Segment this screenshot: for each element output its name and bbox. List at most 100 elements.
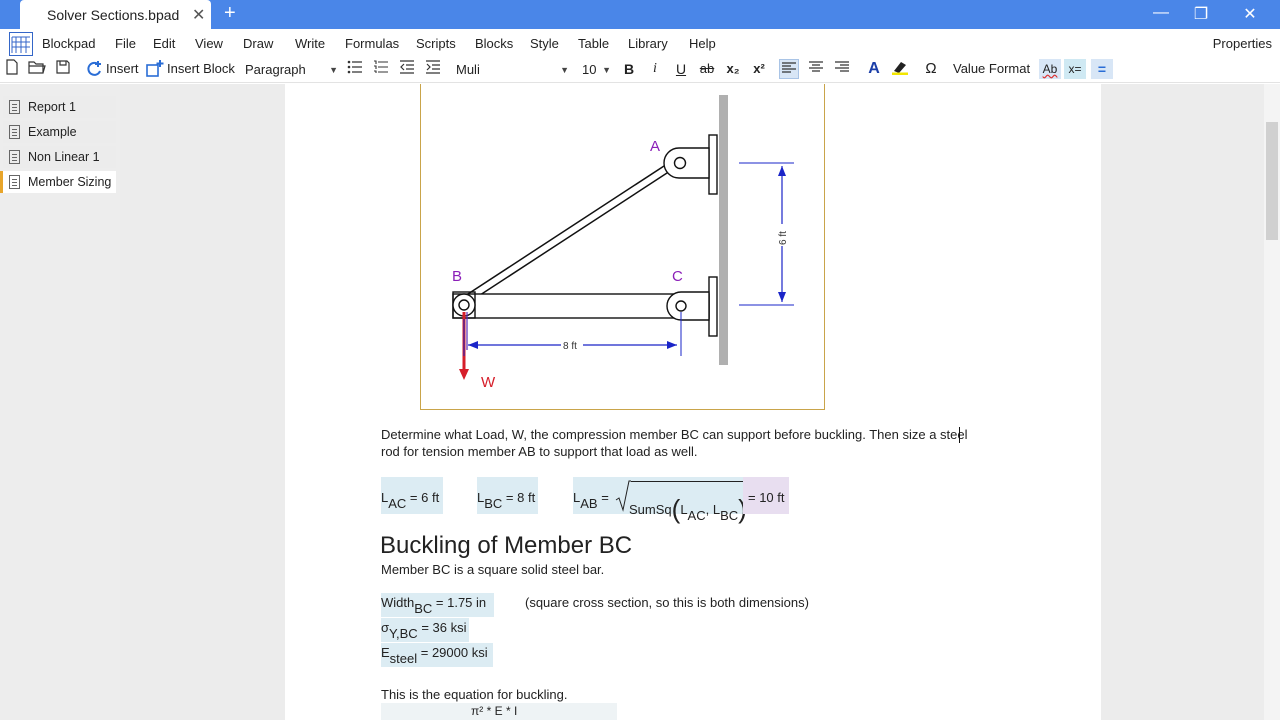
formula-esteel[interactable]: Esteel = 29000 ksi: [381, 643, 493, 667]
formula-lab-result[interactable]: = 10 ft: [743, 477, 789, 514]
formula-sigma-sub: Y,BC: [389, 626, 418, 641]
scrollbar-thumb[interactable]: [1266, 122, 1278, 240]
menu-formulas[interactable]: Formulas: [345, 36, 399, 51]
menu-table[interactable]: Table: [578, 36, 609, 51]
formula-lbc-rhs: = 8 ft: [502, 490, 536, 505]
formula-sigma[interactable]: σY,BC = 36 ksi: [381, 618, 469, 642]
formula-lab-arg2: L: [712, 502, 721, 517]
outdent-icon[interactable]: [397, 59, 417, 79]
open-folder-icon[interactable]: [27, 59, 47, 79]
formula-lac[interactable]: LAC = 6 ft: [381, 477, 443, 514]
italic-button[interactable]: i: [645, 59, 665, 79]
font-size-select[interactable]: 10 ▼: [577, 60, 615, 80]
problem-text-line-1[interactable]: Determine what Load, W, the compression …: [381, 427, 968, 442]
doc-item-label: Member Sizing: [28, 175, 112, 189]
doc-item-label: Non Linear 1: [28, 150, 100, 164]
close-window-icon[interactable]: ✕: [1238, 4, 1262, 24]
menu-bar: Blockpad File Edit View Draw Write Formu…: [0, 29, 1280, 57]
new-file-icon[interactable]: [2, 59, 22, 79]
superscript-button[interactable]: x²: [749, 59, 769, 79]
chevron-down-icon: ▼: [560, 65, 569, 75]
formula-lab-result-value: = 10 ft: [748, 490, 785, 505]
align-left-icon[interactable]: [779, 59, 799, 79]
document-tab[interactable]: Solver Sections.bpad ✕: [20, 0, 211, 29]
load-arrow-head: [459, 369, 469, 380]
font-color-icon[interactable]: A: [864, 59, 884, 79]
paragraph-style-select[interactable]: Paragraph ▼: [240, 60, 342, 80]
formula-toggle-button[interactable]: x=: [1064, 59, 1086, 79]
properties-button[interactable]: Properties: [1213, 36, 1272, 51]
formula-sigma-rhs: = 36 ksi: [417, 620, 467, 635]
dim-arrow-top: [778, 166, 786, 176]
menu-help[interactable]: Help: [689, 36, 716, 51]
spellcheck-button[interactable]: Ab: [1039, 59, 1061, 79]
menu-library[interactable]: Library: [628, 36, 668, 51]
restore-icon[interactable]: ❐: [1189, 4, 1213, 24]
formula-lab-sub: AB: [580, 496, 598, 511]
dim-arrow-right: [667, 341, 677, 349]
omega-symbol-icon[interactable]: Ω: [921, 59, 941, 79]
strikethrough-button[interactable]: ab: [697, 59, 717, 79]
text-cursor: [959, 427, 960, 443]
doc-item-non-linear-1[interactable]: Non Linear 1: [3, 146, 116, 168]
bullet-list-icon[interactable]: [345, 59, 365, 79]
numbered-list-icon[interactable]: [371, 59, 391, 79]
dim-arrow-bottom: [778, 292, 786, 302]
menu-blocks[interactable]: Blocks: [475, 36, 513, 51]
insert-button[interactable]: Insert: [106, 61, 139, 76]
document-icon: [9, 175, 20, 189]
minimize-icon[interactable]: —: [1149, 4, 1173, 22]
bold-button[interactable]: B: [619, 59, 639, 79]
buckling-equation-partial: π² * E * I: [471, 704, 518, 718]
underline-button[interactable]: U: [671, 59, 691, 79]
new-tab-icon[interactable]: +: [224, 2, 236, 25]
bracket-a: [708, 134, 718, 195]
app-name[interactable]: Blockpad: [42, 36, 95, 51]
menu-scripts[interactable]: Scripts: [416, 36, 456, 51]
result-toggle-button[interactable]: =: [1091, 59, 1113, 79]
doc-item-example[interactable]: Example: [3, 121, 116, 143]
formula-width[interactable]: WidthBC = 1.75 in: [381, 593, 494, 617]
menu-write[interactable]: Write: [295, 36, 325, 51]
value-format-button[interactable]: Value Format: [953, 61, 1030, 76]
tab-close-icon[interactable]: ✕: [192, 5, 205, 25]
align-center-icon[interactable]: [806, 59, 826, 79]
buckling-equation[interactable]: π² * E * I: [381, 703, 617, 720]
equation-intro[interactable]: This is the equation for buckling.: [381, 687, 567, 702]
dim-arrow-left: [468, 341, 478, 349]
insert-block-icon[interactable]: [145, 59, 165, 79]
subscript-button[interactable]: x₂: [723, 59, 743, 79]
section-description[interactable]: Member BC is a square solid steel bar.: [381, 562, 604, 577]
highlight-icon[interactable]: [890, 59, 910, 79]
wall: [719, 95, 728, 365]
menu-file[interactable]: File: [115, 36, 136, 51]
indent-icon[interactable]: [423, 59, 443, 79]
align-right-icon[interactable]: [832, 59, 852, 79]
font-select[interactable]: Muli ▼: [451, 60, 573, 80]
toolbar: Insert Insert Block Paragraph ▼ Muli ▼ 1…: [0, 57, 1280, 83]
formula-lab-arg1-sub: AC: [687, 508, 706, 523]
title-bar: Solver Sections.bpad ✕ + — ❐ ✕: [0, 0, 1280, 29]
menu-style[interactable]: Style: [530, 36, 559, 51]
insert-block-button[interactable]: Insert Block: [167, 61, 235, 76]
menu-draw[interactable]: Draw: [243, 36, 273, 51]
insert-icon[interactable]: [84, 59, 104, 79]
doc-item-report-1[interactable]: Report 1: [3, 96, 116, 118]
save-icon[interactable]: [53, 59, 73, 79]
menu-view[interactable]: View: [195, 36, 223, 51]
doc-item-member-sizing[interactable]: Member Sizing: [0, 171, 116, 193]
document-icon: [9, 125, 20, 139]
section-heading[interactable]: Buckling of Member BC: [380, 532, 632, 560]
problem-text-line-2[interactable]: rod for tension member AB to support tha…: [381, 444, 698, 459]
formula-lab[interactable]: LAB = SumSq(LAC, LBC): [573, 477, 747, 524]
width-note[interactable]: (square cross section, so this is both d…: [525, 595, 809, 610]
document-panel: Report 1 Example Non Linear 1 Member Siz…: [0, 84, 120, 720]
formula-lbc-sub: BC: [484, 496, 503, 511]
joint-c: [666, 291, 710, 321]
menu-edit[interactable]: Edit: [153, 36, 175, 51]
truss-diagram[interactable]: A B C W 8 ft 6 ft: [420, 84, 825, 410]
document-icon: [9, 100, 20, 114]
formula-lab-arg2-sub: BC: [720, 508, 739, 523]
formula-lbc[interactable]: LBC = 8 ft: [477, 477, 538, 514]
bracket-c: [708, 276, 718, 337]
